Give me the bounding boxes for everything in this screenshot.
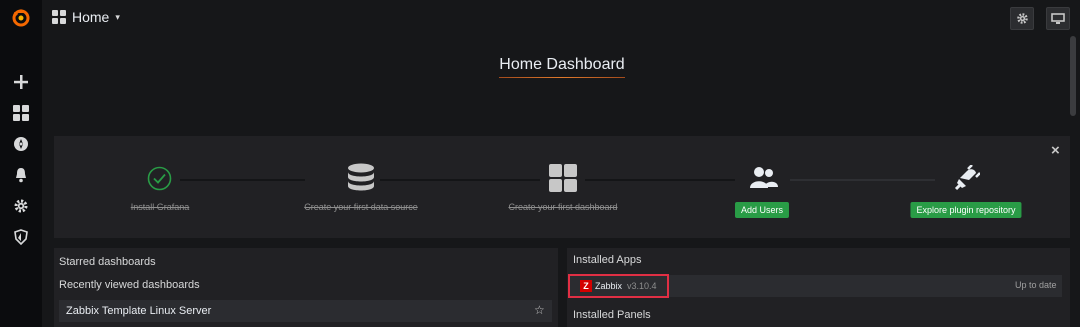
explore-icon[interactable] [11, 134, 31, 154]
step-create-dashboard: Create your first dashboard [508, 202, 618, 212]
star-icon[interactable]: ☆ [534, 303, 545, 317]
home-dashboard-panel: Home Dashboard [54, 36, 1070, 128]
sidebar [0, 0, 42, 327]
step-create-data-source: Create your first data source [304, 202, 418, 212]
grafana-logo-icon[interactable] [10, 6, 32, 28]
check-circle-icon [147, 166, 172, 196]
step-connector [585, 179, 735, 181]
title-underline [499, 77, 625, 78]
step-install-grafana: Install Grafana [130, 202, 190, 212]
close-icon[interactable]: × [1051, 142, 1060, 159]
users-icon [750, 166, 778, 195]
dashboard-title: Home [72, 9, 110, 25]
step-connector [790, 179, 935, 181]
step-connector [380, 179, 540, 181]
app-status: Up to date [1015, 280, 1057, 290]
dashboard-list-item-name: Zabbix Template Linux Server [66, 305, 212, 317]
monitor-icon [1051, 12, 1065, 24]
app-name[interactable]: Zabbix [595, 281, 622, 291]
database-icon [346, 163, 376, 196]
chevron-down-icon: ▾ [115, 11, 120, 22]
recent-title: Recently viewed dashboards [59, 279, 200, 291]
settings-button[interactable] [1010, 7, 1034, 30]
installed-apps-title: Installed Apps [573, 254, 642, 266]
step-connector [180, 179, 305, 181]
app-version: v3.10.4 [627, 281, 657, 291]
dashboard-picker[interactable]: Home ▾ [52, 9, 120, 25]
dashboard-grid-icon [549, 164, 577, 197]
home-dashboard-title: Home Dashboard [499, 56, 625, 73]
configuration-gear-icon[interactable] [11, 196, 31, 216]
starred-title: Starred dashboards [59, 256, 156, 268]
dashboards-icon[interactable] [11, 103, 31, 123]
gear-icon [1016, 13, 1028, 24]
installed-panels-title: Installed Panels [573, 309, 651, 321]
zabbix-logo-icon: Z [580, 280, 592, 292]
plug-icon [952, 164, 981, 196]
plus-icon[interactable] [11, 72, 31, 92]
scrollbar[interactable] [1070, 36, 1076, 116]
alerting-bell-icon[interactable] [11, 165, 31, 185]
tv-mode-button[interactable] [1046, 7, 1070, 30]
dashboard-list-item[interactable]: Zabbix Template Linux Server ☆ [59, 300, 552, 322]
dashboard-grid-icon [52, 10, 66, 24]
add-users-button[interactable]: Add Users [734, 202, 790, 218]
shield-icon[interactable] [11, 227, 31, 247]
explore-plugins-button[interactable]: Explore plugin repository [910, 202, 1022, 218]
